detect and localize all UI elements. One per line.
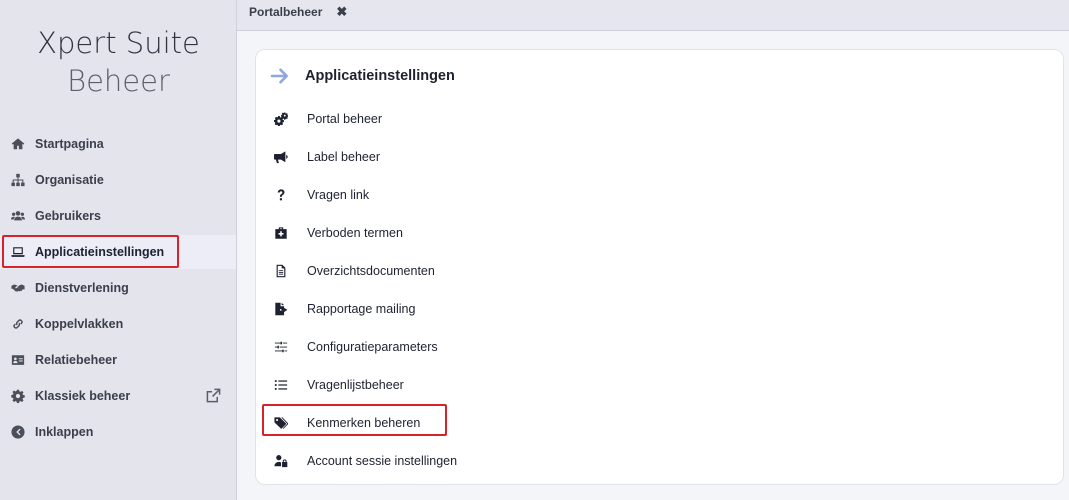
menu-item-label-beheer[interactable]: Label beheer bbox=[270, 142, 1050, 172]
menu-item-vragen-link[interactable]: Vragen link bbox=[270, 180, 1050, 210]
menu-item-verboden-termen[interactable]: Verboden termen bbox=[270, 218, 1050, 248]
sidebar-item-label: Klassiek beheer bbox=[35, 389, 131, 403]
sidebar-item-relatiebeheer[interactable]: Relatiebeheer bbox=[0, 343, 236, 377]
sidebar-item-label: Koppelvlakken bbox=[35, 317, 124, 331]
close-icon[interactable]: ✖ bbox=[336, 4, 347, 20]
cogs-icon bbox=[273, 111, 289, 127]
external-link-icon[interactable] bbox=[206, 388, 221, 403]
list-icon bbox=[273, 377, 289, 393]
sidebar-item-label: Startpagina bbox=[35, 137, 104, 151]
file-export-icon bbox=[273, 301, 289, 317]
menu-item-overzichtsdocumenten[interactable]: Overzichtsdocumenten bbox=[270, 256, 1050, 286]
handshake-icon bbox=[10, 280, 26, 296]
sidebar-item-startpagina[interactable]: Startpagina bbox=[0, 127, 236, 161]
sidebar-item-label: Relatiebeheer bbox=[35, 353, 117, 367]
sidebar-item-koppelvlakken[interactable]: Koppelvlakken bbox=[0, 307, 236, 341]
home-icon bbox=[10, 136, 26, 152]
menu-item-label: Overzichtsdocumenten bbox=[307, 264, 435, 278]
menu-item-label: Rapportage mailing bbox=[307, 302, 416, 316]
menu-item-label: Configuratieparameters bbox=[307, 340, 438, 354]
laptop-icon bbox=[10, 244, 26, 260]
sliders-icon bbox=[273, 339, 289, 355]
menu-item-configuratieparameters[interactable]: Configuratieparameters bbox=[270, 332, 1050, 362]
brand-title: Xpert Suite bbox=[37, 26, 200, 60]
menu-item-label: Label beheer bbox=[307, 150, 380, 164]
sidebar-item-klassiek-beheer[interactable]: Klassiek beheer bbox=[0, 379, 236, 413]
megaphone-icon bbox=[273, 149, 289, 165]
menu-item-account-sessie-instellingen[interactable]: Account sessie instellingen bbox=[270, 446, 1050, 476]
settings-card: Applicatieinstellingen Portal beheer Lab… bbox=[255, 49, 1064, 485]
user-lock-icon bbox=[273, 453, 289, 469]
arrow-right-icon bbox=[270, 68, 288, 84]
document-icon bbox=[273, 263, 289, 279]
card-title: Applicatieinstellingen bbox=[305, 68, 455, 84]
menu-item-label: Account sessie instellingen bbox=[307, 454, 458, 468]
menu-item-kenmerken-beheren[interactable]: Kenmerken beheren bbox=[270, 408, 1050, 438]
tags-icon bbox=[273, 415, 289, 431]
sidebar-item-gebruikers[interactable]: Gebruikers bbox=[0, 199, 236, 233]
sidebar-item-organisatie[interactable]: Organisatie bbox=[0, 163, 236, 197]
chevron-left-circle-icon bbox=[10, 424, 26, 440]
sitemap-icon bbox=[10, 172, 26, 188]
tab-portalbeheer[interactable]: Portalbeheer ✖ bbox=[237, 0, 347, 24]
sidebar-item-label: Dienstverlening bbox=[35, 281, 129, 295]
menu-item-label: Vragenlijstbeheer bbox=[307, 378, 404, 392]
cog-icon bbox=[10, 388, 26, 404]
first-aid-icon bbox=[273, 225, 289, 241]
sidebar-item-dienstverlening[interactable]: Dienstverlening bbox=[0, 271, 236, 305]
sidebar-item-inklappen[interactable]: Inklappen bbox=[0, 415, 236, 449]
sidebar-item-label: Applicatieinstellingen bbox=[35, 245, 165, 259]
menu-item-label: Kenmerken beheren bbox=[307, 416, 421, 430]
sidebar-item-label: Organisatie bbox=[35, 173, 104, 187]
tab-bar: Portalbeheer ✖ bbox=[237, 0, 1069, 31]
menu-item-rapportage-mailing[interactable]: Rapportage mailing bbox=[270, 294, 1050, 324]
question-icon bbox=[273, 187, 289, 203]
menu-item-vragenlijstbeheer[interactable]: Vragenlijstbeheer bbox=[270, 370, 1050, 400]
link-icon bbox=[10, 316, 26, 332]
card-header: Applicatieinstellingen bbox=[270, 65, 455, 87]
menu-item-portal-beheer[interactable]: Portal beheer bbox=[270, 104, 1050, 134]
sidebar-item-label: Inklappen bbox=[35, 425, 94, 439]
id-card-icon bbox=[10, 352, 26, 368]
users-icon bbox=[10, 208, 26, 224]
sidebar-item-applicatieinstellingen[interactable]: Applicatieinstellingen bbox=[0, 235, 236, 269]
menu-item-label: Portal beheer bbox=[307, 112, 383, 126]
brand-subtitle: Beheer bbox=[67, 64, 170, 98]
menu-item-label: Verboden termen bbox=[307, 226, 403, 240]
sidebar-item-label: Gebruikers bbox=[35, 209, 102, 223]
menu-item-label: Vragen link bbox=[307, 188, 370, 202]
sidebar: Xpert Suite Beheer Startpagina Organisat… bbox=[0, 0, 237, 500]
tab-label: Portalbeheer bbox=[249, 5, 323, 19]
